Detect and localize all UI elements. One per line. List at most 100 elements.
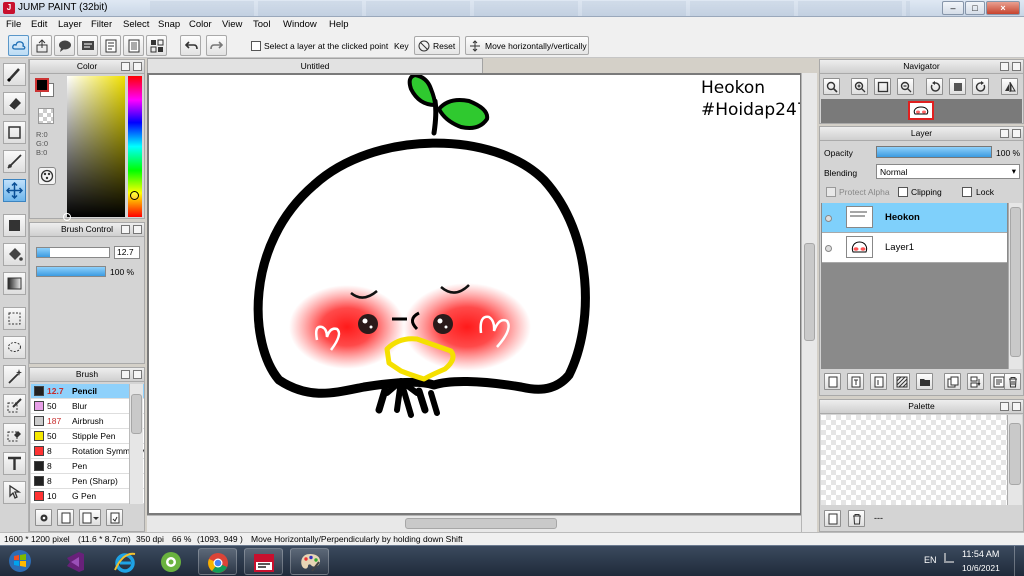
internet-explorer-icon[interactable]	[106, 548, 145, 575]
maximize-button[interactable]: □	[965, 1, 985, 15]
fill-rect-tool-icon[interactable]	[3, 214, 26, 237]
rotate-left-icon[interactable]	[926, 78, 943, 95]
select-eraser-tool-icon[interactable]	[3, 423, 26, 446]
panel-close-icon[interactable]	[1012, 402, 1021, 411]
menu-window[interactable]: Window	[283, 19, 317, 30]
navigator-preview[interactable]	[821, 99, 1022, 123]
brush-item-pen[interactable]: 8 Pen	[31, 459, 144, 474]
input-language[interactable]: EN	[924, 555, 937, 565]
brush-list-scroll-thumb[interactable]	[131, 394, 142, 434]
layer-opacity-slider[interactable]	[876, 146, 992, 158]
windows-start-icon[interactable]	[2, 548, 38, 575]
layer-visibility-icon[interactable]	[825, 215, 832, 222]
tray-signal-icon[interactable]	[944, 553, 954, 563]
new-layer-icon[interactable]	[824, 373, 841, 390]
brush-item-g-pen[interactable]: 10 G Pen	[31, 489, 144, 504]
reset-button[interactable]: Reset	[414, 36, 460, 55]
new-brush-icon[interactable]	[57, 509, 74, 526]
brush-item-rotation-symmetry[interactable]: 8 Rotation Symmetry	[31, 444, 144, 459]
delete-layer-icon[interactable]	[1004, 373, 1021, 390]
hue-slider[interactable]	[128, 76, 142, 217]
magic-wand-tool-icon[interactable]	[3, 365, 26, 388]
move-tool-icon[interactable]	[3, 179, 26, 202]
eraser-tool-icon[interactable]	[3, 92, 26, 115]
menu-file[interactable]: File	[6, 19, 21, 30]
layer-row-heokon[interactable]: Heokon	[822, 203, 1007, 233]
text-tool-icon[interactable]	[3, 452, 26, 475]
panel-float-icon[interactable]	[121, 370, 130, 379]
palette-scrollbar[interactable]	[1007, 415, 1022, 505]
panel-float-icon[interactable]	[1000, 129, 1009, 138]
grid-icon[interactable]	[146, 35, 167, 56]
lock-checkbox[interactable]	[962, 187, 972, 197]
brush-settings-icon[interactable]	[35, 509, 52, 526]
canvas-horizontal-scroll-thumb[interactable]	[405, 518, 557, 529]
brush-item-pencil[interactable]: 12.7 Pencil	[31, 384, 144, 399]
layer-visibility-icon[interactable]	[825, 245, 832, 252]
brush-opacity-slider[interactable]	[36, 266, 106, 277]
panel-close-icon[interactable]	[133, 370, 142, 379]
transparent-color-icon[interactable]	[38, 108, 54, 124]
rotate-right-icon[interactable]	[972, 78, 989, 95]
flip-horizontal-icon[interactable]	[1001, 78, 1018, 95]
new-folder-icon[interactable]	[916, 373, 933, 390]
rotate-reset-icon[interactable]	[949, 78, 966, 95]
brush-tool-icon[interactable]	[3, 63, 26, 86]
coccoc-browser-icon[interactable]	[152, 548, 191, 575]
redo-icon[interactable]	[206, 35, 227, 56]
panel-float-icon[interactable]	[1000, 402, 1009, 411]
rect-select-tool-icon[interactable]	[3, 307, 26, 330]
share-icon[interactable]	[31, 35, 52, 56]
zoom-fit-icon[interactable]	[823, 78, 840, 95]
document-icon[interactable]	[100, 35, 121, 56]
zoom-out-icon[interactable]	[897, 78, 914, 95]
layer-list-scrollbar[interactable]	[1008, 203, 1022, 369]
jump-paint-task-icon[interactable]	[244, 548, 283, 575]
canvas-area[interactable]: Heokon #Hoidap247	[147, 73, 817, 532]
rectangle-tool-icon[interactable]	[3, 121, 26, 144]
saturation-value-picker[interactable]	[63, 76, 125, 221]
new-halftone-layer-icon[interactable]	[893, 373, 910, 390]
zoom-in-icon[interactable]	[851, 78, 868, 95]
select-pen-tool-icon[interactable]	[3, 394, 26, 417]
panel-close-icon[interactable]	[1012, 62, 1021, 71]
undo-icon[interactable]	[180, 35, 201, 56]
clock-time[interactable]: 11:54 AM	[962, 549, 999, 559]
message-icon[interactable]	[77, 35, 98, 56]
menu-select[interactable]: Select	[123, 19, 149, 30]
paint-palette-icon[interactable]	[290, 548, 329, 575]
duplicate-layer-icon[interactable]	[944, 373, 961, 390]
new-8bit-layer-icon[interactable]	[870, 373, 887, 390]
bucket-tool-icon[interactable]	[3, 243, 26, 266]
clipping-checkbox[interactable]	[898, 187, 908, 197]
menu-tool[interactable]: Tool	[253, 19, 270, 30]
foreground-color-swatch[interactable]	[35, 78, 49, 92]
menu-snap[interactable]: Snap	[158, 19, 180, 30]
merge-layer-icon[interactable]	[967, 373, 984, 390]
lasso-tool-icon[interactable]	[3, 336, 26, 359]
visual-studio-icon[interactable]	[56, 548, 95, 575]
color-wheel-icon[interactable]	[38, 167, 56, 185]
gradient-tool-icon[interactable]	[3, 272, 26, 295]
blending-select[interactable]: Normal ▾	[876, 164, 1020, 179]
canvas-vertical-scroll-thumb[interactable]	[804, 243, 815, 341]
protect-alpha-checkbox[interactable]	[826, 187, 836, 197]
brush-size-slider[interactable]	[36, 247, 110, 258]
document-tab[interactable]: Untitled	[147, 58, 483, 73]
menu-color[interactable]: Color	[189, 19, 212, 30]
panel-close-icon[interactable]	[133, 225, 142, 234]
line-tool-icon[interactable]	[3, 150, 26, 173]
brush-item-airbrush[interactable]: 187 Airbrush	[31, 414, 144, 429]
palette-swatch-area[interactable]	[821, 415, 1007, 505]
move-horizontally-vertically-button[interactable]: Move horizontally/vertically	[465, 36, 589, 55]
panel-close-icon[interactable]	[133, 62, 142, 71]
hand-pointer-tool-icon[interactable]	[3, 481, 26, 504]
delete-palette-icon[interactable]	[848, 510, 865, 527]
brush-dropdown-icon[interactable]	[79, 509, 101, 526]
panel-close-icon[interactable]	[1012, 129, 1021, 138]
hue-slider-knob[interactable]	[130, 191, 139, 200]
palette-scroll-thumb[interactable]	[1009, 423, 1021, 485]
minimize-button[interactable]: –	[942, 1, 964, 15]
fit-window-icon[interactable]	[874, 78, 891, 95]
menu-filter[interactable]: Filter	[91, 19, 112, 30]
